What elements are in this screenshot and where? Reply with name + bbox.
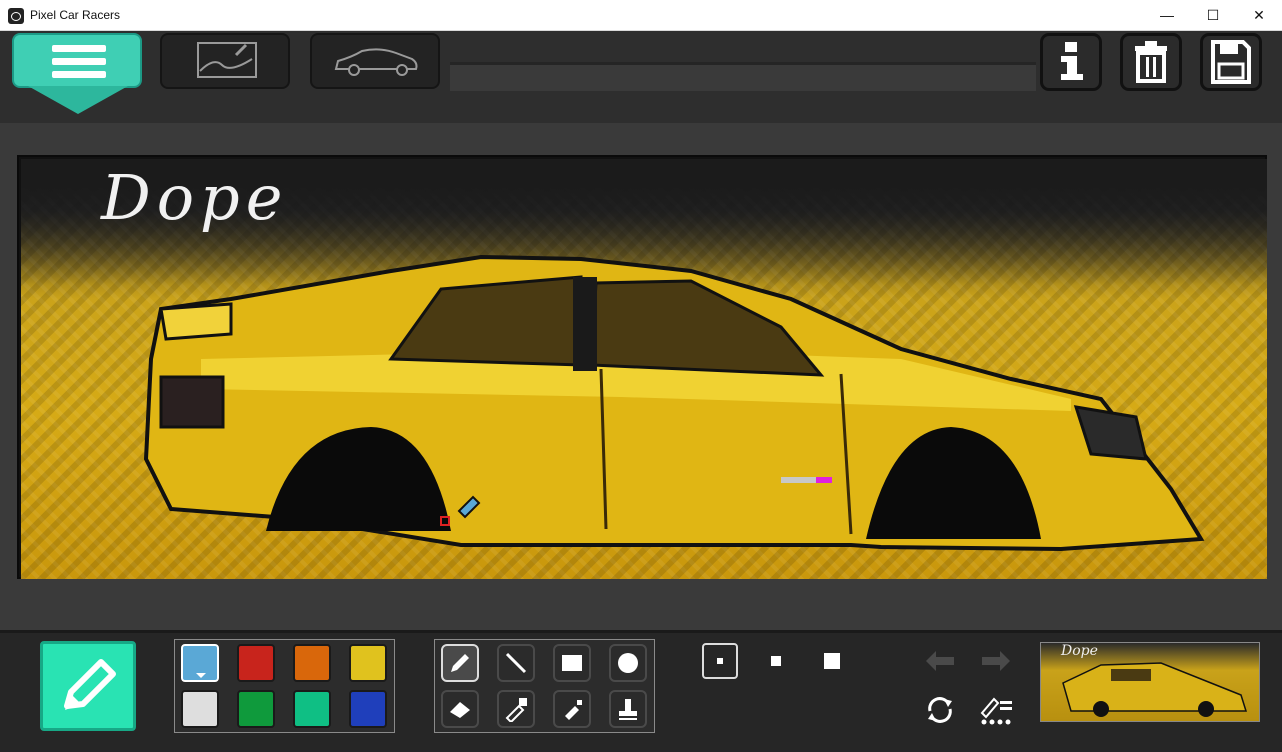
livery-preview[interactable]: Dope: [1040, 642, 1260, 722]
rectangle-icon: [562, 655, 582, 671]
redo-button[interactable]: [976, 644, 1016, 680]
color-swatch[interactable]: [237, 690, 275, 728]
color-palette: [174, 639, 395, 733]
minimize-icon: —: [1160, 7, 1174, 23]
color-swatch[interactable]: [237, 644, 275, 682]
menu-button[interactable]: [12, 33, 142, 88]
line-tool[interactable]: [497, 644, 535, 682]
brush-large-icon: [824, 653, 840, 669]
picture-pencil-icon: [197, 42, 257, 78]
edit-mode-button[interactable]: [40, 641, 136, 731]
eraser-tool[interactable]: [441, 690, 479, 728]
car-view-tab[interactable]: [310, 33, 440, 89]
eraser-icon: [450, 702, 470, 718]
info-icon: [1061, 42, 1083, 80]
color-swatch[interactable]: [349, 644, 387, 682]
brush-size-large[interactable]: [814, 643, 850, 679]
refresh-button[interactable]: [920, 692, 960, 728]
menu-button-tip: [28, 86, 128, 114]
toolbar-ledge: [450, 62, 1036, 91]
circle-tool[interactable]: [609, 644, 647, 682]
canvas-frame: Dope: [17, 155, 1267, 579]
spray-tool[interactable]: [553, 690, 591, 728]
tool-panel: [434, 639, 655, 733]
refresh-icon: [928, 697, 952, 723]
maximize-button[interactable]: ☐: [1190, 0, 1236, 30]
stamp-tool[interactable]: [609, 690, 647, 728]
livery-editor-tab[interactable]: [160, 33, 290, 89]
selected-marker-icon: [196, 673, 206, 678]
color-swatch[interactable]: [181, 644, 219, 682]
stamp-icon: [619, 699, 637, 720]
trash-icon: [1135, 41, 1167, 83]
color-swatch[interactable]: [349, 690, 387, 728]
window-title-bar: Pixel Car Racers — ☐ ✕: [0, 0, 1282, 31]
car-artwork: [143, 254, 1205, 552]
undo-arrow-icon: [926, 651, 954, 671]
save-button[interactable]: [1200, 33, 1262, 91]
brush-size-small[interactable]: [702, 643, 738, 679]
drawing-canvas[interactable]: Dope: [21, 159, 1267, 579]
line-icon: [505, 652, 527, 674]
eyedropper-tool[interactable]: [497, 690, 535, 728]
color-swatch[interactable]: [293, 644, 331, 682]
minimize-button[interactable]: —: [1144, 0, 1190, 30]
pattern-fill-button[interactable]: [976, 692, 1016, 728]
rectangle-tool[interactable]: [553, 644, 591, 682]
close-button[interactable]: ✕: [1236, 0, 1282, 30]
delete-button[interactable]: [1120, 33, 1182, 91]
color-swatch[interactable]: [293, 690, 331, 728]
redo-arrow-icon: [982, 651, 1010, 671]
circle-icon: [618, 653, 638, 673]
color-swatch[interactable]: [181, 690, 219, 728]
brush-small-icon: [717, 658, 723, 664]
pencil-icon: [451, 654, 469, 672]
eyedropper-icon: [505, 698, 527, 722]
floppy-disk-icon: [1211, 40, 1251, 84]
brush-medium-icon: [771, 656, 781, 666]
maximize-icon: ☐: [1206, 7, 1220, 23]
pattern-fill-icon: [980, 697, 1012, 725]
preview-car: [1062, 662, 1248, 717]
info-button[interactable]: [1040, 33, 1102, 91]
undo-button[interactable]: [920, 644, 960, 680]
window-title: Pixel Car Racers: [30, 8, 121, 22]
pencil-icon: [64, 659, 116, 710]
close-icon: ✕: [1253, 7, 1265, 23]
car-outline-icon: [334, 48, 418, 76]
brush-size-medium[interactable]: [758, 643, 794, 679]
spray-can-icon: [565, 700, 582, 720]
pencil-tool[interactable]: [441, 644, 479, 682]
app-icon: [8, 8, 24, 24]
